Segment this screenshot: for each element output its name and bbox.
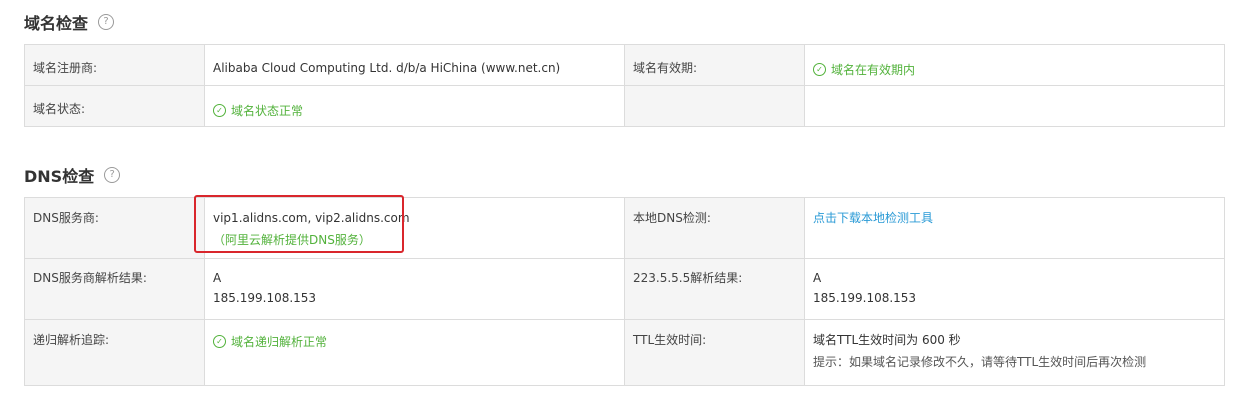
validity-value: ✓ 域名在有效期内 xyxy=(804,44,1225,86)
question-circle-icon[interactable]: ? xyxy=(104,167,121,183)
dns-provider-note: （阿里云解析提供DNS服务） xyxy=(213,233,371,247)
ttl-tip: 提示：如果域名记录修改不久，请等待TTL生效时间后再次检测 xyxy=(813,355,1147,369)
domain-status-label: 域名状态: xyxy=(24,85,205,127)
domain-check-title-text: 域名检查 xyxy=(24,14,89,33)
registrar-value: Alibaba Cloud Computing Ltd. d/b/a HiChi… xyxy=(204,44,625,86)
download-tool-link[interactable]: 点击下载本地检测工具 xyxy=(813,211,933,225)
empty-label-cell xyxy=(624,85,805,127)
table-row: 域名注册商: Alibaba Cloud Computing Ltd. d/b/… xyxy=(24,44,1225,86)
check-circle-icon: ✓ xyxy=(813,63,826,76)
table-row: 递归解析追踪: ✓ 域名递归解析正常 TTL生效时间: 域名TTL生效时间为 6… xyxy=(24,319,1225,386)
domain-status-value: ✓ 域名状态正常 xyxy=(204,85,625,127)
validity-label: 域名有效期: xyxy=(624,44,805,86)
domain-status: ✓ 域名状态正常 xyxy=(213,101,303,121)
local-dns-check-value: 点击下载本地检测工具 xyxy=(804,197,1225,259)
domain-check-title: 域名检查 ? xyxy=(24,11,115,33)
registrar-label: 域名注册商: xyxy=(24,44,205,86)
dns-provider-servers: vip1.alidns.com, vip2.alidns.com xyxy=(213,211,410,225)
local-dns-check-label: 本地DNS检测: xyxy=(624,197,805,259)
dns-check-table: DNS服务商: vip1.alidns.com, vip2.alidns.com… xyxy=(24,197,1225,386)
ttl-value: 域名TTL生效时间为 600 秒 提示：如果域名记录修改不久，请等待TTL生效时… xyxy=(804,319,1225,386)
validity-status: ✓ 域名在有效期内 xyxy=(813,60,915,80)
domain-check-table: 域名注册商: Alibaba Cloud Computing Ltd. d/b/… xyxy=(24,44,1225,127)
domain-status-text: 域名状态正常 xyxy=(231,103,304,118)
provider-result-value: A 185.199.108.153 xyxy=(204,258,625,320)
table-row: DNS服务商解析结果: A 185.199.108.153 223.5.5.5解… xyxy=(24,258,1225,320)
public-result-type: A xyxy=(813,271,822,285)
recursive-trace-value: ✓ 域名递归解析正常 xyxy=(204,319,625,386)
empty-value-cell xyxy=(804,85,1225,127)
recursive-status-text: 域名递归解析正常 xyxy=(231,334,328,349)
public-result-ip: 185.199.108.153 xyxy=(813,291,917,305)
dns-provider-label: DNS服务商: xyxy=(24,197,205,259)
check-circle-icon: ✓ xyxy=(213,335,226,348)
table-row: DNS服务商: vip1.alidns.com, vip2.alidns.com… xyxy=(24,197,1225,259)
recursive-trace-label: 递归解析追踪: xyxy=(24,319,205,386)
public-result-value: A 185.199.108.153 xyxy=(804,258,1225,320)
dns-provider-value: vip1.alidns.com, vip2.alidns.com （阿里云解析提… xyxy=(204,197,625,259)
table-row: 域名状态: ✓ 域名状态正常 xyxy=(24,85,1225,127)
public-result-label: 223.5.5.5解析结果: xyxy=(624,258,805,320)
ttl-label: TTL生效时间: xyxy=(624,319,805,386)
check-circle-icon: ✓ xyxy=(213,104,226,117)
recursive-status: ✓ 域名递归解析正常 xyxy=(213,332,327,352)
ttl-text: 域名TTL生效时间为 600 秒 xyxy=(813,333,961,347)
question-circle-icon[interactable]: ? xyxy=(98,14,115,30)
provider-result-ip: 185.199.108.153 xyxy=(213,291,317,305)
provider-result-label: DNS服务商解析结果: xyxy=(24,258,205,320)
dns-check-title: DNS检查 ? xyxy=(24,164,121,186)
provider-result-type: A xyxy=(213,271,222,285)
validity-text: 域名在有效期内 xyxy=(831,62,916,77)
dns-check-title-text: DNS检查 xyxy=(24,167,95,186)
